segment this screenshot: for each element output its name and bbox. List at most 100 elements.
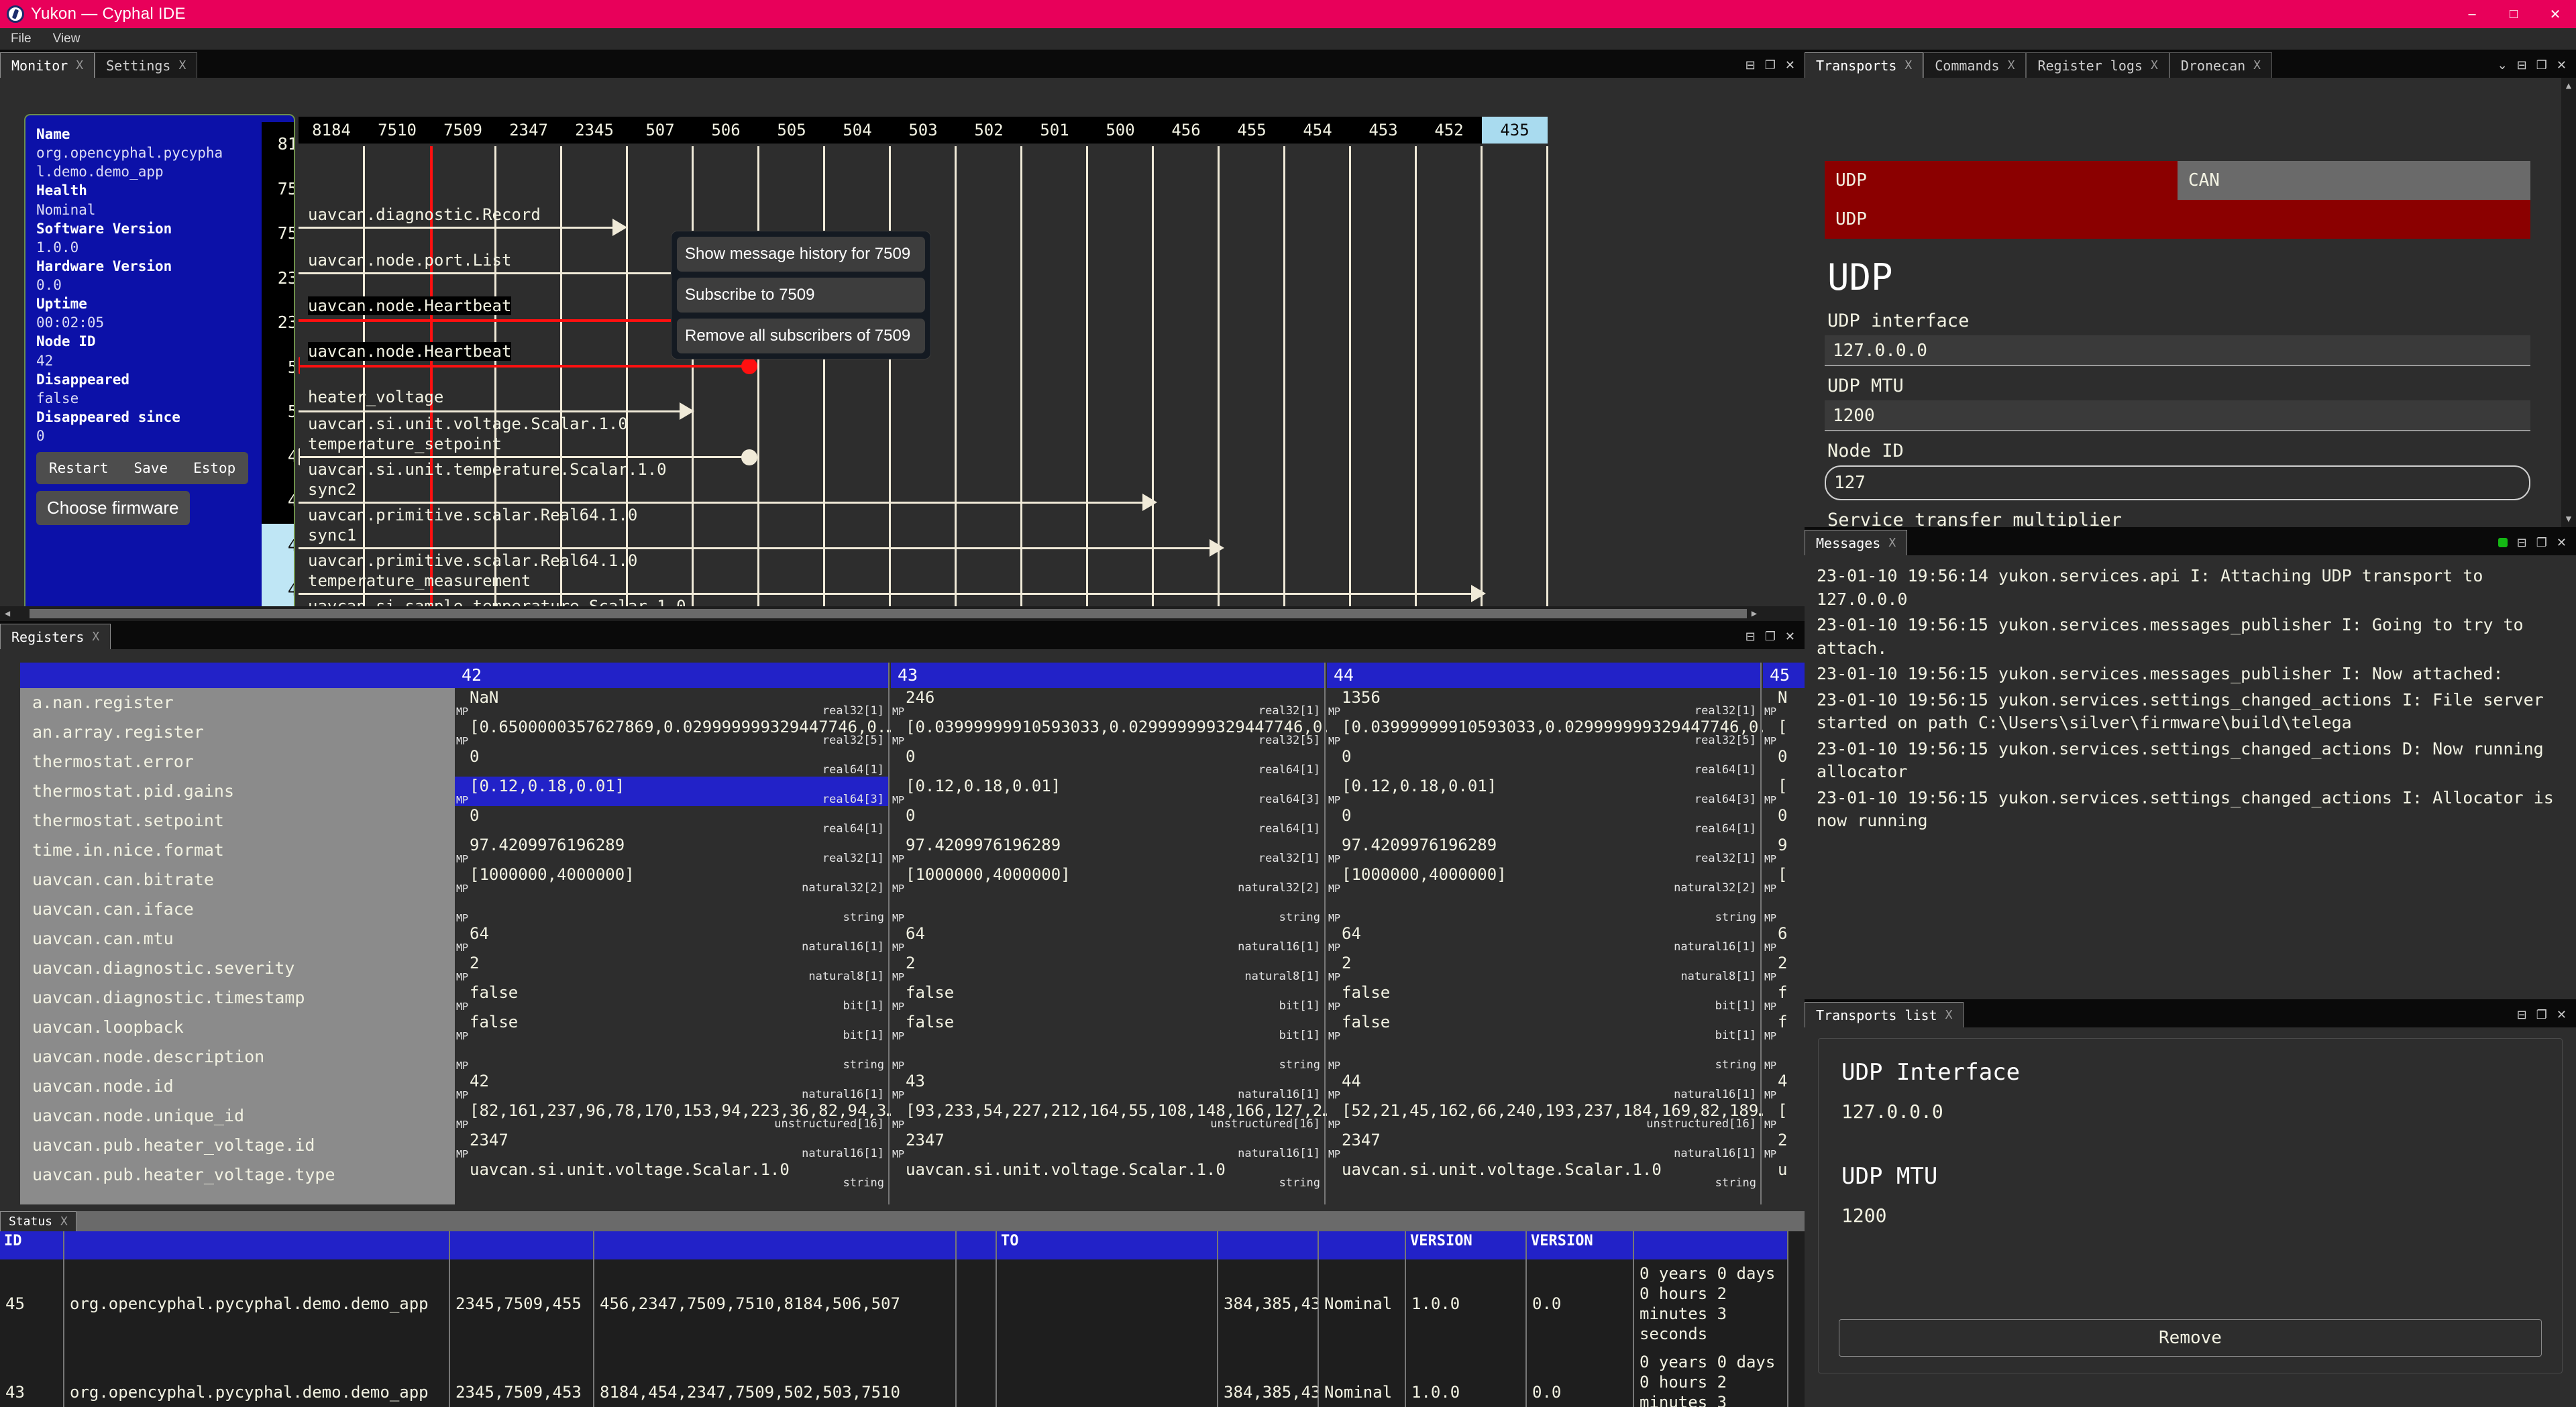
register-name[interactable]: thermostat.error — [20, 747, 455, 777]
register-value-cell[interactable]: MP 44 natural16[1] — [1327, 1072, 1760, 1101]
register-name[interactable]: thermostat.setpoint — [20, 806, 455, 836]
port-id[interactable]: 452 — [262, 479, 294, 524]
graph-column-8184[interactable]: 8184 — [299, 117, 364, 144]
register-value-cell[interactable]: 0 real64[1] — [455, 806, 888, 836]
graph-row-label[interactable]: uavcan.diagnostic.Record — [308, 205, 541, 224]
register-value-cell[interactable]: 0 real64[1] — [455, 747, 888, 777]
transport-option-can[interactable]: CAN — [2178, 161, 2530, 200]
register-name[interactable]: uavcan.diagnostic.severity — [20, 954, 455, 983]
register-value-cell[interactable]: MP [1000000,4000000] natural32[2] — [455, 865, 888, 895]
status-col-7[interactable] — [1218, 1231, 1319, 1259]
port-id[interactable]: 501 — [262, 345, 294, 390]
port-id[interactable]: 7509 — [262, 211, 294, 256]
maximize-button[interactable]: □ — [2493, 0, 2534, 28]
tab-settings[interactable]: Settings X — [95, 52, 198, 78]
graph-column-507[interactable]: 507 — [627, 117, 693, 144]
register-value-cell[interactable]: MP 97.4209976196289 real32[1] — [891, 836, 1324, 865]
register-value-cell[interactable]: MP 2347 natural16[1] — [1327, 1131, 1760, 1160]
close-icon[interactable]: X — [1904, 58, 1912, 72]
status-col-uptime[interactable] — [1633, 1231, 1788, 1259]
register-value-cell[interactable]: MP — [1763, 895, 1805, 924]
save-button[interactable]: Save — [121, 452, 181, 485]
transport-option-udp[interactable]: UDP — [1825, 161, 2178, 200]
register-name[interactable]: uavcan.node.description — [20, 1042, 455, 1072]
status-vertical-scrollbar[interactable] — [1788, 1231, 1805, 1407]
register-name[interactable]: time.in.nice.format — [20, 836, 455, 865]
tab-commands[interactable]: Commands X — [1923, 52, 2027, 78]
status-col-3[interactable] — [449, 1231, 594, 1259]
menu-remove-subscribers[interactable]: Remove all subscribers of 7509 — [677, 319, 925, 353]
register-value-cell[interactable]: uavcan.si.unit.voltage.Scalar.1.0 string — [891, 1160, 1324, 1190]
register-value-cell[interactable]: MP 2 natural8[1] — [455, 954, 888, 983]
register-column-header[interactable]: 45 — [1763, 663, 1805, 688]
maximize-icon[interactable]: ❐ — [1765, 630, 1776, 644]
graph-row-label[interactable]: temperature_setpoint — [308, 435, 502, 453]
tab-monitor[interactable]: Monitor X — [0, 52, 95, 78]
close-icon[interactable]: X — [2253, 58, 2261, 72]
register-value-cell[interactable]: uavcan.si.unit.voltage.Scalar.1.0 string — [1327, 1160, 1760, 1190]
graph-column-7509[interactable]: 7509 — [430, 117, 496, 144]
monitor-horizontal-scrollbar[interactable]: ◀ ▶ — [0, 606, 1805, 621]
register-value-cell[interactable]: MP [1000000,4000000] natural32[2] — [1327, 865, 1760, 895]
register-name[interactable]: uavcan.pub.heater_voltage.id — [20, 1131, 455, 1160]
graph-row-label[interactable]: uavcan.node.Heartbeat — [308, 342, 512, 361]
register-value-cell[interactable]: 0 real64[1] — [891, 747, 1324, 777]
register-value-cell[interactable]: MP 43 natural16[1] — [891, 1072, 1324, 1101]
graph-column-453[interactable]: 453 — [1350, 117, 1416, 144]
register-value-cell[interactable]: MP[ — [1763, 718, 1805, 747]
maximize-icon[interactable]: ❐ — [2536, 536, 2547, 550]
status-col-health[interactable] — [1318, 1231, 1406, 1259]
estop-button[interactable]: Estop — [180, 452, 249, 485]
scrollbar-thumb[interactable] — [30, 609, 1747, 618]
register-value-cell[interactable]: MP 246 real32[1] — [891, 688, 1324, 718]
register-column-header[interactable]: 42 — [455, 663, 888, 688]
register-value-cell[interactable]: MP [82,161,237,96,78,170,153,94,223,36,82… — [455, 1101, 896, 1131]
udp-mtu-input[interactable]: 1200 — [1825, 400, 2530, 431]
close-icon[interactable]: ✕ — [2557, 1008, 2567, 1022]
graph-column-505[interactable]: 505 — [759, 117, 824, 144]
register-value-cell[interactable]: u — [1763, 1160, 1805, 1190]
register-value-cell[interactable]: uavcan.si.unit.voltage.Scalar.1.0 string — [455, 1160, 888, 1190]
scroll-left-icon[interactable]: ◀ — [0, 608, 15, 619]
register-value-cell[interactable]: MP 42 natural16[1] — [455, 1072, 888, 1101]
remove-transport-button[interactable]: Remove — [1839, 1319, 2542, 1357]
register-value-cell[interactable]: MP [0.03999999910593033,0.029999999329447… — [891, 718, 1342, 747]
register-value-cell[interactable]: MP 2 natural8[1] — [1327, 954, 1760, 983]
status-col-hw-version[interactable]: VERSION — [1526, 1231, 1634, 1259]
menu-subscribe[interactable]: Subscribe to 7509 — [677, 278, 925, 313]
port-id[interactable]: 500 — [262, 390, 294, 435]
menu-item-view[interactable]: View — [42, 28, 91, 50]
undock-icon[interactable]: ⊟ — [1746, 630, 1756, 644]
register-name[interactable]: thermostat.pid.gains — [20, 777, 455, 806]
undock-icon[interactable]: ⊟ — [2517, 536, 2527, 550]
close-icon[interactable]: ✕ — [2557, 58, 2567, 72]
graph-row-label[interactable]: uavcan.node.Heartbeat — [308, 296, 512, 315]
graph-row-label[interactable]: uavcan.si.unit.voltage.Scalar.1.0 — [308, 414, 628, 433]
status-col-name[interactable] — [64, 1231, 450, 1259]
register-value-cell[interactable]: MP [1000000,4000000] natural32[2] — [891, 865, 1324, 895]
register-value-cell[interactable]: MP [0.12,0.18,0.01] real64[3] — [1327, 777, 1760, 806]
menu-show-message-history[interactable]: Show message history for 7509 — [677, 237, 925, 272]
register-value-cell[interactable]: MP 2347 natural16[1] — [455, 1131, 888, 1160]
register-value-cell[interactable]: MP false bit[1] — [1327, 983, 1760, 1013]
choose-firmware-button[interactable]: Choose firmware — [36, 491, 190, 526]
graph-row-label[interactable]: uavcan.primitive.scalar.Real64.1.0 — [308, 506, 637, 524]
register-value-cell[interactable]: MP false bit[1] — [891, 983, 1324, 1013]
graph-column-454[interactable]: 454 — [1285, 117, 1350, 144]
register-value-cell[interactable]: MP false bit[1] — [455, 1013, 888, 1042]
register-name[interactable]: uavcan.loopback — [20, 1013, 455, 1042]
register-value-cell[interactable]: MP 9 — [1763, 836, 1805, 865]
graph-row-label[interactable]: heater_voltage — [308, 388, 443, 406]
port-id[interactable]: 2347 — [262, 256, 294, 301]
chevron-down-icon[interactable]: ⌄ — [2498, 58, 2508, 72]
undock-icon[interactable]: ⊟ — [1746, 58, 1756, 72]
register-name[interactable]: uavcan.diagnostic.timestamp — [20, 983, 455, 1013]
status-col-to[interactable]: TO — [996, 1231, 1218, 1259]
register-value-cell[interactable]: MP — [1763, 1042, 1805, 1072]
register-value-cell[interactable]: MP string — [455, 1042, 888, 1072]
register-name[interactable]: uavcan.node.unique_id — [20, 1101, 455, 1131]
graph-row-label[interactable]: uavcan.node.port.List — [308, 251, 511, 270]
table-row[interactable]: 45 org.opencyphal.pycyphal.demo.demo_app 2… — [0, 1259, 1788, 1348]
restart-button[interactable]: Restart — [36, 452, 121, 485]
status-col-5[interactable] — [956, 1231, 997, 1259]
